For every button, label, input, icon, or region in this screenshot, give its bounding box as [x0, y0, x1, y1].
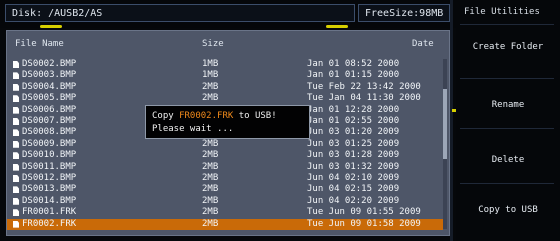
file-date: Jun 03 01:25 2009	[307, 138, 400, 149]
file-date: Jan 01 12:28 2000	[307, 104, 400, 115]
file-size: 2MB	[202, 161, 219, 172]
column-header-name[interactable]: File Name	[15, 39, 64, 49]
file-size: 2MB	[202, 218, 219, 229]
copy-message: Copy FR0002.FRK to USB!	[152, 111, 277, 121]
file-row[interactable]: DS0012.BMP 2MB Jun 04 02:10 2009	[7, 173, 443, 184]
file-name: DS0014.BMP	[22, 195, 77, 206]
file-icon	[13, 186, 19, 194]
column-header-date[interactable]: Date	[412, 39, 434, 49]
file-size: 2MB	[202, 138, 219, 149]
file-size: 2MB	[202, 150, 219, 161]
file-size: 2MB	[202, 93, 219, 104]
file-date: Tue Feb 22 13:42 2000	[307, 81, 421, 92]
file-icon	[13, 163, 19, 171]
file-icon	[13, 152, 19, 160]
rename-button[interactable]: Rename	[456, 100, 560, 110]
file-icon	[13, 197, 19, 205]
file-date: Tue Jun 09 01:55 2009	[307, 207, 421, 218]
menu-divider	[460, 183, 554, 184]
file-size: 2MB	[202, 81, 219, 92]
file-name: DS0003.BMP	[22, 70, 77, 81]
file-name: DS0002.BMP	[22, 59, 77, 69]
file-row[interactable]: DS0009.BMP 2MB Jun 03 01:25 2009	[7, 139, 443, 150]
column-header-size[interactable]: Size	[202, 39, 224, 49]
file-size: 2MB	[202, 184, 219, 195]
menu-divider	[460, 128, 554, 129]
trace-marker-right	[326, 25, 348, 28]
create-folder-button[interactable]: Create Folder	[456, 42, 560, 52]
file-name: DS0013.BMP	[22, 184, 77, 195]
file-date: Jan 01 08:52 2000	[307, 59, 400, 69]
file-date: Jun 03 01:20 2009	[307, 127, 400, 138]
trace-marker-left	[40, 25, 62, 28]
copy-progress-dialog: Copy FR0002.FRK to USB! Please wait ...	[145, 105, 310, 139]
file-date: Tue Jun 09 01:58 2009	[307, 218, 421, 229]
file-icon	[13, 106, 19, 114]
file-date: Jun 04 02:10 2009	[307, 173, 400, 183]
file-row[interactable]: FR0002.FRK 2MB Tue Jun 09 01:58 2009	[7, 218, 443, 230]
delete-label: Delete	[491, 155, 525, 165]
file-row[interactable]: DS0013.BMP 2MB Jun 04 02:15 2009	[7, 184, 443, 195]
file-icon	[13, 129, 19, 137]
file-icon	[13, 209, 19, 217]
file-date: Jan 01 01:15 2000	[307, 70, 400, 81]
file-row[interactable]: DS0004.BMP 2MB Tue Feb 22 13:42 2000	[7, 82, 443, 93]
file-name: FR0002.FRK	[22, 218, 77, 229]
file-date: Jan 01 02:55 2000	[307, 116, 400, 126]
file-name: DS0010.BMP	[22, 150, 77, 161]
file-row[interactable]: DS0003.BMP 1MB Jan 01 01:15 2000	[7, 70, 443, 81]
free-size-display: FreeSize:98MB	[358, 4, 450, 22]
file-date: Tue Jan 04 11:30 2000	[307, 93, 421, 104]
file-row[interactable]: DS0011.BMP 2MB Jun 03 01:32 2009	[7, 162, 443, 173]
scrollbar-thumb[interactable]	[443, 89, 447, 159]
file-name: DS0004.BMP	[22, 81, 77, 92]
file-date: Jun 04 02:15 2009	[307, 184, 400, 195]
file-size: 1MB	[202, 70, 219, 81]
file-size: 2MB	[202, 207, 219, 218]
create-folder-label: Create Folder	[472, 42, 544, 52]
file-name: DS0008.BMP	[22, 127, 77, 138]
file-name: DS0005.BMP	[22, 93, 77, 104]
file-name: FR0001.FRK	[22, 207, 77, 218]
file-row[interactable]: DS0002.BMP 1MB Jan 01 08:52 2000	[7, 59, 443, 70]
file-name: DS0012.BMP	[22, 173, 77, 183]
file-icon	[13, 83, 19, 91]
file-name: DS0009.BMP	[22, 138, 77, 149]
file-name: DS0007.BMP	[22, 116, 77, 126]
menu-divider	[460, 24, 554, 25]
top-status-bar: Disk: /AUSB2/AS FreeSize:98MB	[0, 0, 456, 28]
file-icon	[13, 95, 19, 103]
menu-divider	[460, 78, 554, 79]
file-icon	[13, 72, 19, 80]
file-name: DS0006.BMP	[22, 104, 77, 115]
file-size: 2MB	[202, 173, 219, 183]
file-row[interactable]: DS0010.BMP 2MB Jun 03 01:28 2009	[7, 150, 443, 161]
scrollbar[interactable]	[443, 59, 447, 229]
screen-divider	[450, 0, 453, 241]
file-icon	[13, 220, 19, 228]
file-list-header: File Name Size Date	[7, 31, 449, 57]
copy-file-name: FR0002.FRK	[179, 111, 234, 121]
file-name: DS0011.BMP	[22, 161, 77, 172]
side-menu: File Utilities Create Folder Rename Dele…	[456, 0, 560, 241]
file-row[interactable]: FR0001.FRK 2MB Tue Jun 09 01:55 2009	[7, 207, 443, 218]
file-size: 1MB	[202, 59, 219, 69]
file-size: 2MB	[202, 195, 219, 206]
copy-to-usb-button[interactable]: Copy to USB	[456, 205, 560, 215]
file-date: Jun 03 01:32 2009	[307, 161, 400, 172]
file-icon	[13, 118, 19, 125]
rename-label: Rename	[491, 100, 525, 110]
delete-button[interactable]: Delete	[456, 155, 560, 165]
wait-message: Please wait ...	[152, 124, 234, 134]
file-icon	[13, 61, 19, 68]
file-date: Jun 03 01:28 2009	[307, 150, 400, 161]
copy-to-usb-label: Copy to USB	[478, 205, 538, 215]
file-row[interactable]: DS0014.BMP 2MB Jun 04 02:20 2009	[7, 196, 443, 207]
file-date: Jun 04 02:20 2009	[307, 195, 400, 206]
side-menu-title: File Utilities	[464, 7, 540, 17]
path-display: Disk: /AUSB2/AS	[5, 4, 355, 22]
file-icon	[13, 140, 19, 148]
file-row[interactable]: DS0005.BMP 2MB Tue Jan 04 11:30 2000	[7, 93, 443, 104]
file-icon	[13, 175, 19, 182]
